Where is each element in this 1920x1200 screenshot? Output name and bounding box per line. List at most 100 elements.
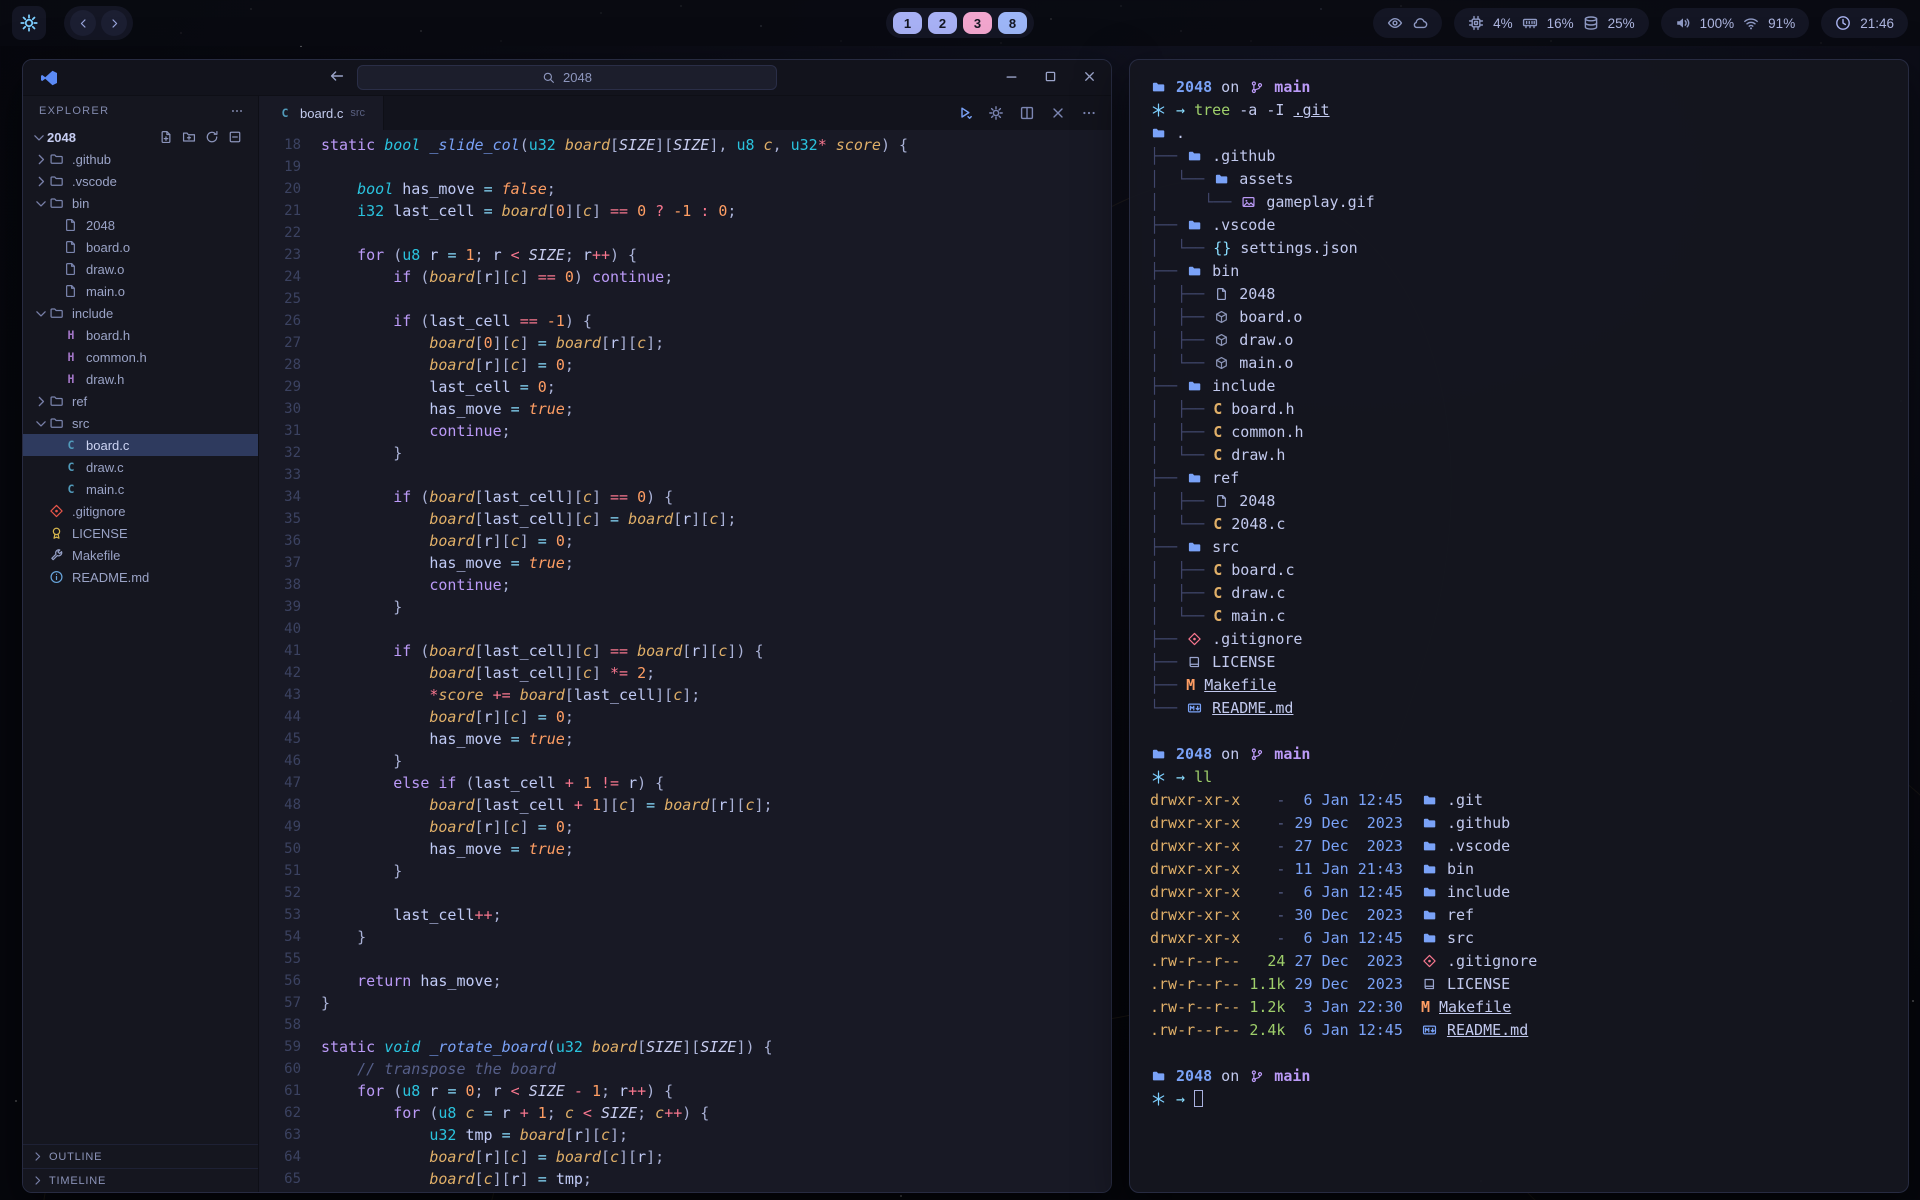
audio-network-widget[interactable]: 100%91%: [1661, 8, 1810, 38]
maximize-button[interactable]: [1043, 69, 1058, 87]
code-line-58: 58: [259, 1014, 1111, 1036]
more-actions-button[interactable]: [1081, 105, 1097, 121]
terminal-line: ├── bin: [1150, 260, 1908, 283]
explorer-item-README.md[interactable]: README.md: [23, 566, 258, 588]
explorer-item-src[interactable]: src: [23, 412, 258, 434]
explorer-item-draw.c[interactable]: Cdraw.c: [23, 456, 258, 478]
clock-widget[interactable]: 21:46: [1821, 8, 1908, 38]
explorer-item-.gitignore[interactable]: .gitignore: [23, 500, 258, 522]
obj-icon: [1213, 310, 1230, 324]
search-icon: [542, 71, 555, 84]
new-folder-button[interactable]: [182, 130, 196, 144]
common.h-file-icon: H: [63, 350, 82, 365]
close-button[interactable]: [1082, 69, 1097, 87]
explorer-item-label: draw.c: [86, 460, 124, 475]
vscode-window[interactable]: 2048 EXPLORER 2048.github.vscodebin2048b…: [22, 59, 1112, 1193]
explorer-item-ref[interactable]: ref: [23, 390, 258, 412]
code-line-49: 49 board[r][c] = 0;: [259, 816, 1111, 838]
chev-right-icon: [31, 1174, 44, 1187]
explorer-item-label: draw.o: [86, 262, 124, 277]
system-stats-widget-value: 16%: [1547, 16, 1574, 31]
explorer-item-board.o[interactable]: board.o: [23, 236, 258, 258]
explorer-item-board.c[interactable]: Cboard.c: [23, 434, 258, 456]
code-line-53: 53 last_cell++;: [259, 904, 1111, 926]
arrow-left-icon: [329, 68, 345, 84]
explorer-item-.github[interactable]: .github: [23, 148, 258, 170]
explorer-item-2048[interactable]: 2048: [23, 214, 258, 236]
terminal-line: │ └── C 2048.c: [1150, 513, 1908, 536]
workspace-3[interactable]: 3: [963, 12, 992, 34]
clock-icon: [1835, 15, 1851, 31]
license-icon: [49, 526, 68, 541]
minimize-button[interactable]: [1004, 69, 1019, 87]
next-workspace-button[interactable]: [101, 10, 127, 36]
md-icon: [1186, 701, 1203, 715]
code-line-38: 38 continue;: [259, 574, 1111, 596]
info-icon: [49, 570, 68, 585]
clock-widget-value: 21:46: [1860, 16, 1894, 31]
timeline-panel[interactable]: TIMELINE: [23, 1168, 258, 1192]
wrench-icon: [49, 548, 68, 563]
workspace-8[interactable]: 8: [998, 12, 1027, 34]
refresh-button[interactable]: [205, 130, 219, 144]
branch-icon: [1248, 1069, 1265, 1083]
outline-panel[interactable]: OUTLINE: [23, 1144, 258, 1168]
code-line-50: 50 has_move = true;: [259, 838, 1111, 860]
folder-line-icon: [49, 416, 68, 431]
explorer-item-bin[interactable]: bin: [23, 192, 258, 214]
workspace-1[interactable]: 1: [893, 12, 922, 34]
new-file-button[interactable]: [159, 130, 173, 144]
tab-board-c[interactable]: C board.c src: [259, 96, 384, 130]
terminal-line: ├── ref: [1150, 467, 1908, 490]
explorer-item-label: board.o: [86, 240, 130, 255]
folder-icon: [1186, 540, 1203, 554]
terminal-line: 2048 on main: [1150, 743, 1908, 766]
wifi-icon: [1743, 15, 1759, 31]
chev-right-icon: [33, 174, 49, 189]
terminal-line: │ ├── 2048: [1150, 490, 1908, 513]
window-controls: [1004, 69, 1097, 87]
explorer-item-.vscode[interactable]: .vscode: [23, 170, 258, 192]
code-editor[interactable]: 18static bool _slide_col(u32 board[SIZE]…: [259, 130, 1111, 1192]
explorer-item-main.c[interactable]: Cmain.c: [23, 478, 258, 500]
settings-icon[interactable]: [988, 105, 1004, 121]
explorer-item-Makefile[interactable]: Makefile: [23, 544, 258, 566]
terminal-line: .: [1150, 122, 1908, 145]
code-line-48: 48 board[last_cell + 1][c] = board[r][c]…: [259, 794, 1111, 816]
os-logo-button[interactable]: [12, 6, 46, 40]
terminal-line: │ └── {} settings.json: [1150, 237, 1908, 260]
terminal-line: │ ├── 2048: [1150, 283, 1908, 306]
panel-label: OUTLINE: [49, 1151, 102, 1163]
search-box[interactable]: 2048: [357, 65, 777, 90]
explorer-item-draw.h[interactable]: Hdraw.h: [23, 368, 258, 390]
prev-workspace-button[interactable]: [70, 10, 96, 36]
weather-widget[interactable]: [1373, 8, 1442, 38]
draw.h-file-icon: H: [63, 372, 82, 387]
code-line-44: 44 board[r][c] = 0;: [259, 706, 1111, 728]
more-icon[interactable]: [230, 104, 244, 118]
terminal-line: drwxr-xr-x - 30 Dec 2023 ref: [1150, 904, 1908, 927]
explorer-item-main.o[interactable]: main.o: [23, 280, 258, 302]
line-number: 52: [259, 882, 321, 904]
run-button[interactable]: [957, 105, 973, 121]
explorer-item-include[interactable]: include: [23, 302, 258, 324]
explorer-item-common.h[interactable]: Hcommon.h: [23, 346, 258, 368]
line-number: 60: [259, 1058, 321, 1080]
explorer-item-LICENSE[interactable]: LICENSE: [23, 522, 258, 544]
explorer-root-2048[interactable]: 2048: [23, 126, 258, 148]
collapse-all-button[interactable]: [228, 130, 242, 144]
code-line-57: 57}: [259, 992, 1111, 1014]
workspace-2[interactable]: 2: [928, 12, 957, 34]
terminal-line: ├── .vscode: [1150, 214, 1908, 237]
terminal-line: └── README.md: [1150, 697, 1908, 720]
line-number: 65: [259, 1168, 321, 1190]
system-stats-widget[interactable]: 4%16%25%: [1454, 8, 1649, 38]
close-editor-button[interactable]: [1050, 105, 1066, 121]
terminal-line: │ ├── C board.h: [1150, 398, 1908, 421]
explorer-item-board.h[interactable]: Hboard.h: [23, 324, 258, 346]
nav-back-button[interactable]: [329, 68, 345, 87]
terminal-window[interactable]: 2048 on main → tree -a -I .git .├── .git…: [1129, 59, 1909, 1193]
split-editor-button[interactable]: [1019, 105, 1035, 121]
explorer-item-draw.o[interactable]: draw.o: [23, 258, 258, 280]
folder-line-icon: [49, 306, 68, 321]
